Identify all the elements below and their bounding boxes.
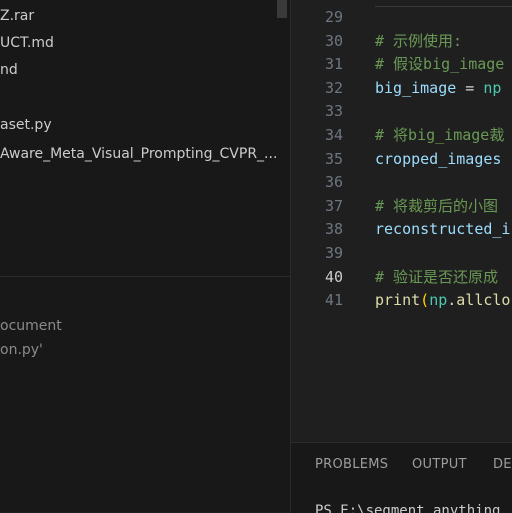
code-token: allclo — [456, 291, 511, 310]
line-number: 37 — [324, 196, 343, 215]
line-source: # 假设big_image — [375, 53, 504, 76]
line-number: 29 — [324, 8, 343, 26]
outline-line-py: on.py' — [0, 342, 43, 358]
tab-output[interactable]: OUTPUT — [412, 457, 467, 472]
line-number: 39 — [324, 244, 343, 262]
code-token: # 将裁剪后的小图 — [375, 196, 499, 215]
tab-problems[interactable]: PROBLEMS — [315, 457, 388, 472]
explorer-sidebar: Z.rar UCT.md nd aset.py Aware_Meta_Visua… — [0, 0, 290, 512]
code-line[interactable]: 31 # 假设big_image — [291, 53, 512, 76]
sidebar-divider — [0, 276, 290, 277]
code-token: cropped_images — [375, 149, 502, 168]
code-token: ( — [420, 291, 430, 310]
code-line[interactable]: 39 — [291, 242, 512, 265]
code-token: reconstructed_i — [375, 220, 511, 239]
line-source: # 验证是否还原成 — [375, 266, 498, 289]
code-line[interactable]: 33 — [291, 100, 512, 123]
code-line[interactable]: 32 big_image = np — [291, 77, 512, 100]
code-line[interactable]: 38 reconstructed_i — [291, 218, 512, 241]
line-number: 30 — [324, 31, 343, 50]
code-token: np — [429, 291, 448, 310]
code-token: big_image — [375, 78, 457, 97]
line-source: reconstructed_i — [375, 218, 510, 241]
code-editor[interactable]: 29 30 # 示例使用: 31 # 假设big_image 32 big_image = … — [291, 0, 512, 442]
line-number: 32 — [324, 78, 343, 97]
line-source: print(np.allclo — [375, 289, 510, 312]
code-token: np — [483, 78, 502, 97]
file-item-pdf[interactable]: Aware_Meta_Visual_Prompting_CVPR_... — [0, 143, 277, 165]
code-token: . — [447, 291, 457, 310]
code-token: # 验证是否还原成 — [375, 267, 499, 286]
line-number: 31 — [324, 55, 343, 74]
code-line[interactable]: 37 # 将裁剪后的小图 — [291, 195, 512, 218]
code-line[interactable]: 29 — [291, 6, 512, 29]
outline-line-document: ocument — [0, 318, 62, 334]
line-number: 33 — [324, 102, 343, 121]
code-line[interactable]: 41 print(np.allclo — [291, 289, 512, 312]
code-token: = — [456, 78, 484, 97]
code-line[interactable]: 35 cropped_images — [291, 148, 512, 171]
line-source: # 将big_image裁 — [375, 124, 504, 147]
line-source: big_image = np — [375, 77, 501, 100]
line-number: 40 — [324, 267, 343, 286]
code-token: print — [375, 291, 421, 310]
line-number: 41 — [324, 291, 343, 310]
code-token: # 假设big_image — [375, 55, 505, 74]
file-item-py[interactable]: aset.py — [0, 114, 52, 136]
file-item-nd[interactable]: nd — [0, 59, 18, 81]
line-number: 34 — [324, 126, 343, 144]
bottom-panel: PROBLEMS OUTPUT DE PS E:\segment_anythin… — [291, 442, 512, 513]
code-token: # 将big_image裁 — [375, 126, 505, 144]
sidebar-scrollbar[interactable] — [277, 0, 287, 18]
file-item-md[interactable]: UCT.md — [0, 32, 54, 54]
line-number: 36 — [324, 173, 343, 192]
line-source: # 示例使用: — [375, 30, 462, 53]
code-line[interactable]: 36 — [291, 171, 512, 194]
line-source: cropped_images — [375, 148, 501, 171]
line-number: 38 — [324, 220, 343, 239]
code-line[interactable]: 30 # 示例使用: — [291, 30, 512, 53]
code-line[interactable]: 40 # 验证是否还原成 — [291, 266, 512, 289]
tab-debug-console[interactable]: DE — [493, 457, 512, 472]
file-item-rar[interactable]: Z.rar — [0, 5, 34, 27]
code-line[interactable]: 34 # 将big_image裁 — [291, 124, 512, 147]
code-token: # 示例使用: — [375, 31, 463, 50]
line-number: 35 — [324, 149, 343, 168]
line-source: # 将裁剪后的小图 — [375, 195, 498, 218]
